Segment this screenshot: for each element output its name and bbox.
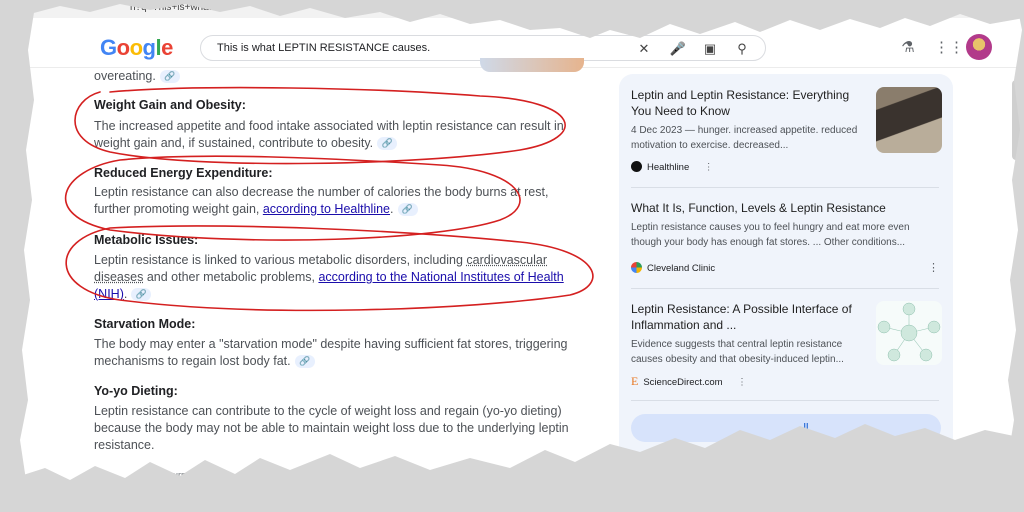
card-source[interactable]: Cleveland Clinic xyxy=(631,262,715,274)
card-snippet: 4 Dec 2023 — hunger. increased appetite.… xyxy=(631,125,858,151)
divider xyxy=(631,288,939,289)
labs-icon[interactable]: ⚗ xyxy=(898,38,918,58)
link-icon[interactable]: 🔗 xyxy=(294,355,315,369)
divider xyxy=(631,400,939,401)
source-card-healthline[interactable]: Leptin and Leptin Resistance: Everything… xyxy=(631,87,869,173)
card-title[interactable]: Leptin and Leptin Resistance: Everything… xyxy=(631,87,869,119)
link-icon[interactable]: 🔗 xyxy=(131,288,152,302)
clear-icon[interactable]: ✕ xyxy=(635,40,653,58)
browser-url-bar[interactable]: h?q=This+is+what+L ▣ ◫ ⤓ xyxy=(0,0,1024,18)
overeating-line: overeating. 🔗 xyxy=(94,68,584,85)
google-logo[interactable]: Google xyxy=(100,35,173,61)
page-scrollbar[interactable] xyxy=(1012,80,1020,160)
section-heading-yoyo: Yo-yo Dieting: xyxy=(94,384,178,398)
source-card-cleveland[interactable]: What It Is, Function, Levels & Leptin Re… xyxy=(631,200,941,274)
card-thumbnail-healthline[interactable] xyxy=(876,87,942,153)
card-source[interactable]: Healthline ⋮ xyxy=(631,161,713,173)
source-card-sciencedirect[interactable]: Leptin Resistance: A Possible Interface … xyxy=(631,301,869,388)
sciencedirect-favicon-icon: E xyxy=(631,374,639,388)
disclaimer-footnote: ational purp onsult a profes xyxy=(139,470,496,480)
divider xyxy=(631,187,939,188)
section-heading-starvation: Starvation Mode: xyxy=(94,317,196,331)
section-text-energy: Leptin resistance can also decrease the … xyxy=(94,185,549,217)
search-query[interactable]: This is what LEPTIN RESISTANCE causes. xyxy=(217,42,430,54)
healthline-link[interactable]: according to Healthline xyxy=(263,202,390,216)
section-text-yoyo: Leptin resistance can contribute to the … xyxy=(94,404,569,452)
shield-icon[interactable]: ▣ xyxy=(872,2,886,16)
link-icon[interactable]: 🔗 xyxy=(397,203,418,217)
section-heading-energy: Reduced Energy Expenditure: xyxy=(94,166,273,180)
link-icon[interactable]: 🔗 xyxy=(377,137,398,151)
desktop-tooltip: Show deskto xyxy=(948,452,1024,474)
mic-icon[interactable]: 🎤 xyxy=(669,40,687,58)
card-thumbnail-diagram[interactable] xyxy=(876,301,942,365)
puzzle-icon[interactable]: ◫ xyxy=(900,2,914,16)
more-options-icon[interactable]: ⋮ xyxy=(704,162,714,173)
section-text-weight-gain: The increased appetite and food intake a… xyxy=(94,119,564,151)
section-heading-metabolic: Metabolic Issues: xyxy=(94,233,199,247)
card-snippet: Leptin resistance causes you to feel hun… xyxy=(631,222,910,248)
apps-icon[interactable]: ⋮⋮ xyxy=(934,38,964,58)
more-options-icon[interactable]: ⋮ xyxy=(737,377,747,388)
screenshot-stage: h?q=This+is+what+L ▣ ◫ ⤓ Google This is … xyxy=(0,0,1024,512)
card-snippet: Evidence suggests that central leptin re… xyxy=(631,339,844,365)
card-title[interactable]: What It Is, Function, Levels & Leptin Re… xyxy=(631,200,941,216)
lens-icon[interactable]: ▣ xyxy=(701,40,719,58)
url-text[interactable]: h?q=This+is+what+L xyxy=(130,2,223,13)
link-icon[interactable]: 🔗 xyxy=(159,70,180,84)
show-all-button[interactable]: ll xyxy=(631,414,941,442)
search-icon[interactable]: ⚲ xyxy=(733,40,751,58)
cleveland-favicon-icon xyxy=(631,262,642,273)
card-title[interactable]: Leptin Resistance: A Possible Interface … xyxy=(631,301,869,333)
section-heading-weight-gain: Weight Gain and Obesity: xyxy=(94,98,246,112)
section-text-starvation: The body may enter a "starvation mode" d… xyxy=(94,337,568,369)
section-text-metabolic: Leptin resistance is linked to various m… xyxy=(94,253,564,302)
avatar[interactable] xyxy=(966,34,992,60)
download-icon[interactable]: ⤓ xyxy=(940,2,954,16)
card-source[interactable]: E ScienceDirect.com ⋮ xyxy=(631,374,747,389)
healthline-favicon-icon xyxy=(631,161,642,172)
browser-page: h?q=This+is+what+L ▣ ◫ ⤓ Google This is … xyxy=(0,0,1024,512)
more-options-icon[interactable]: ⋮ xyxy=(928,261,939,274)
